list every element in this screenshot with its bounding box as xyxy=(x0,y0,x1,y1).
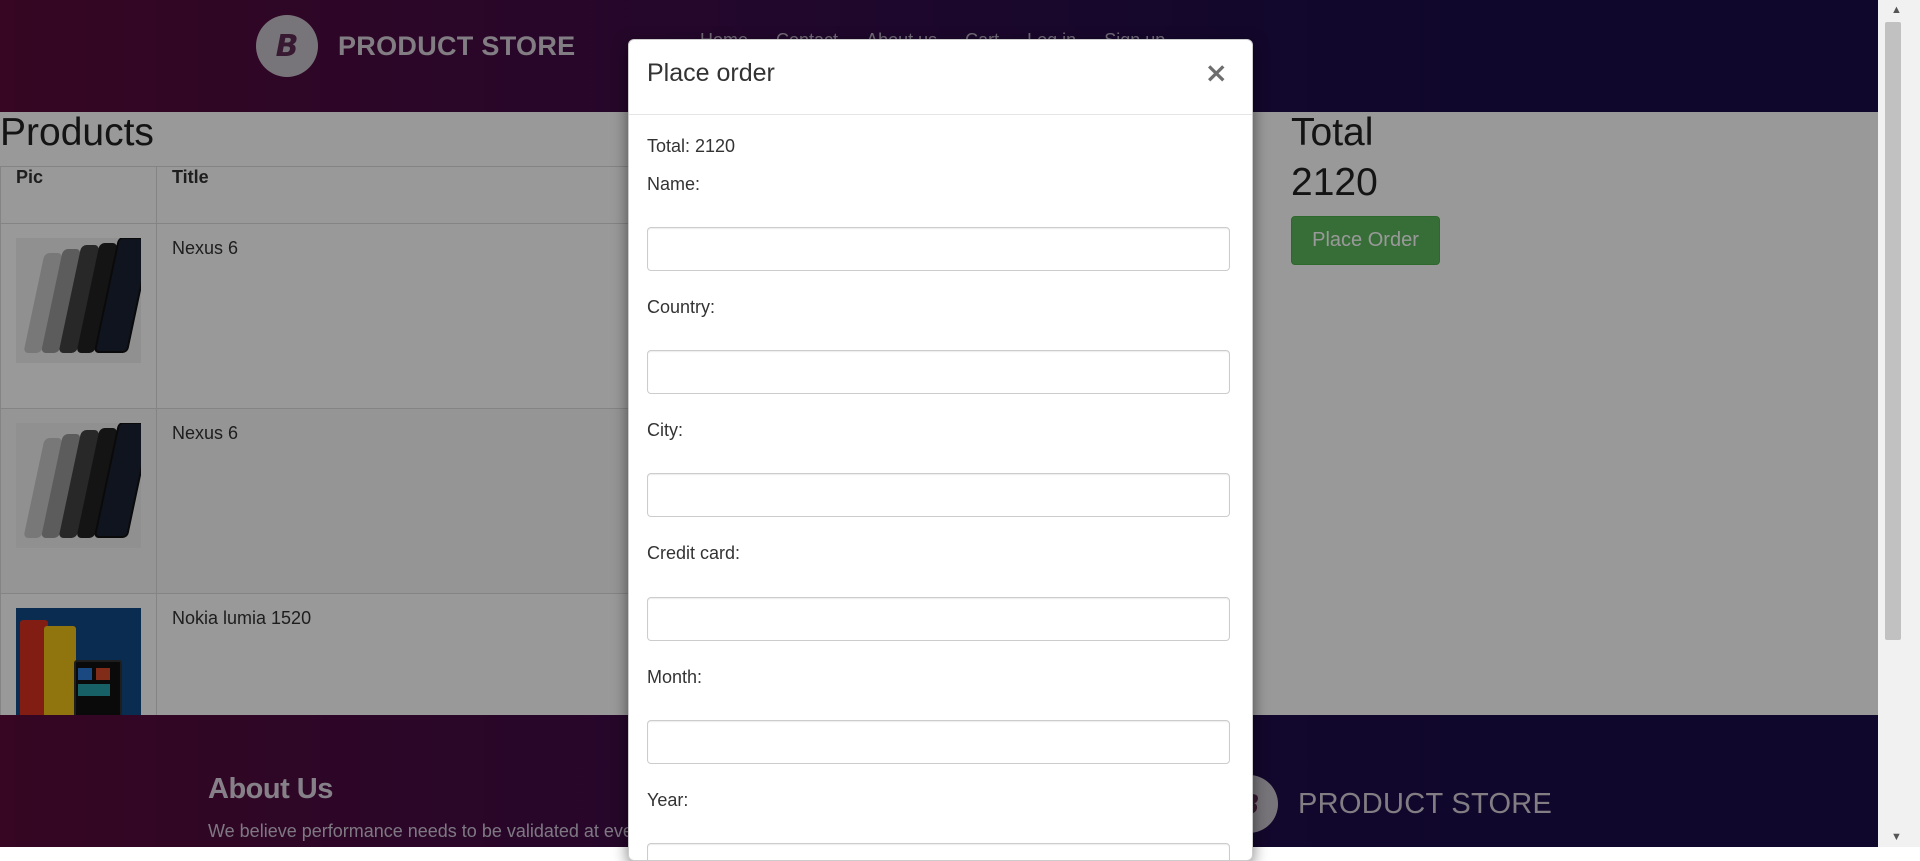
order-total-text: Total: 2120 xyxy=(647,136,736,156)
scroll-up-arrow-icon[interactable]: ▲ xyxy=(1891,4,1902,16)
modal-header: Place order × xyxy=(629,40,1252,115)
credit-card-field[interactable] xyxy=(647,597,1230,641)
year-label: Year: xyxy=(647,790,689,810)
city-field[interactable] xyxy=(647,473,1230,517)
modal-title: Place order xyxy=(647,59,775,87)
country-label: Country: xyxy=(647,297,716,317)
city-label: City: xyxy=(647,420,683,440)
close-icon[interactable]: × xyxy=(1199,58,1234,88)
month-label: Month: xyxy=(647,667,703,687)
credit-card-label: Credit card: xyxy=(647,543,741,563)
scroll-down-arrow-icon[interactable]: ▼ xyxy=(1891,831,1902,843)
place-order-modal: Place order × Total: 2120 Name: Country:… xyxy=(628,39,1253,861)
country-field[interactable] xyxy=(647,350,1230,394)
name-field[interactable] xyxy=(647,227,1230,271)
month-field[interactable] xyxy=(647,720,1230,764)
scrollbar-thumb[interactable] xyxy=(1885,22,1901,640)
name-label: Name: xyxy=(647,174,701,194)
year-field[interactable] xyxy=(647,843,1230,860)
